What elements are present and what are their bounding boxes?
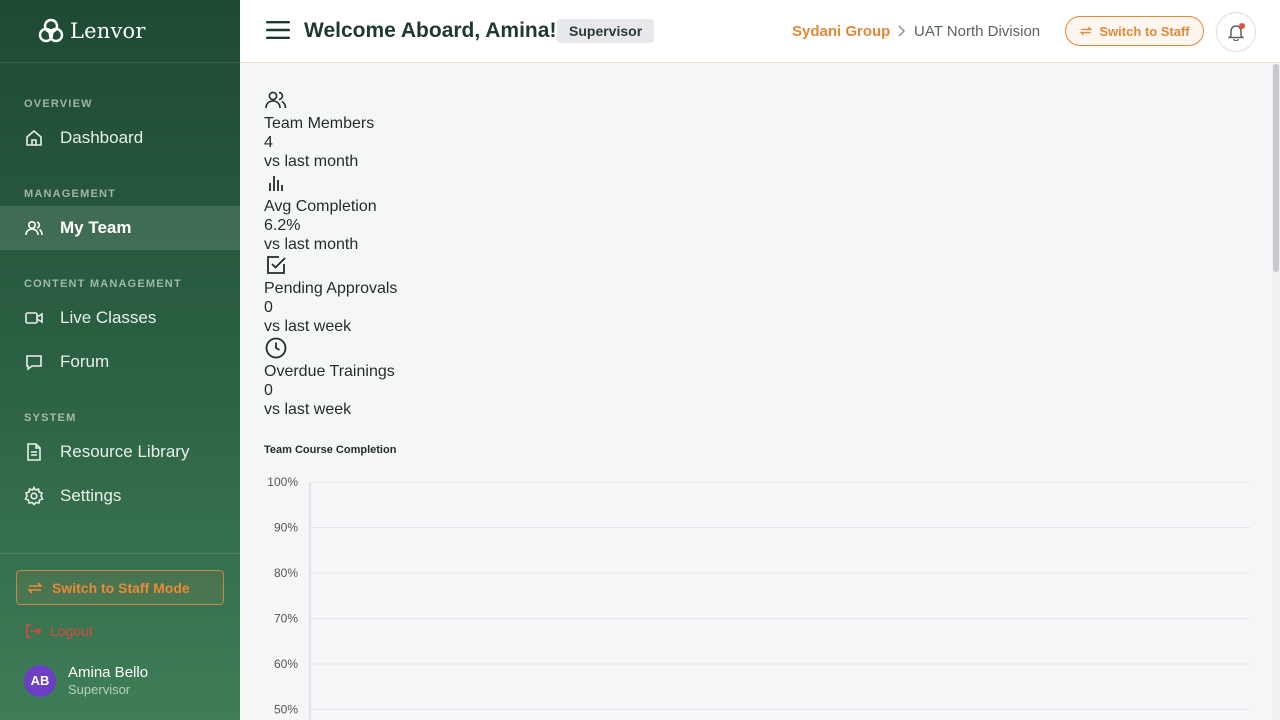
logout-button[interactable]: Logout bbox=[24, 622, 93, 640]
stat-label: Avg Completion bbox=[264, 198, 377, 215]
chart-title: Team Course Completion bbox=[264, 444, 397, 456]
switch-to-staff-mode-button[interactable]: Switch to Staff Mode bbox=[16, 570, 224, 605]
clock-icon bbox=[265, 337, 287, 359]
stat-compare: vs last week bbox=[264, 401, 352, 418]
stat-label: Team Members bbox=[264, 115, 375, 132]
lenvor-logo-icon bbox=[38, 18, 64, 43]
stat-value: 0 bbox=[264, 382, 273, 399]
sidebar-item-resource-library[interactable]: Resource Library bbox=[0, 430, 240, 474]
y-tick-label: 50% bbox=[274, 703, 298, 717]
sidebar-item-label: Live Classes bbox=[60, 308, 157, 327]
top-header: Welcome Aboard, Amina! Supervisor Sydani… bbox=[240, 0, 1280, 63]
stat-compare: vs last week bbox=[264, 318, 352, 335]
stat-value: 0 bbox=[264, 299, 273, 316]
home-icon bbox=[24, 128, 44, 148]
video-icon bbox=[24, 308, 44, 328]
stat-value: 6.2% bbox=[264, 217, 301, 234]
y-tick-label: 60% bbox=[274, 657, 298, 671]
gear-icon bbox=[24, 486, 44, 506]
sidebar-item-label: Dashboard bbox=[60, 128, 144, 147]
switch-icon bbox=[1080, 26, 1093, 36]
stat-compare: vs last month bbox=[264, 236, 359, 253]
sidebar-item-label: Forum bbox=[60, 352, 110, 371]
sidebar-item-my-team[interactable]: My Team bbox=[0, 206, 240, 250]
sidebar: Lenvor OVERVIEW Dashboard MANAGEMENT My … bbox=[0, 0, 240, 720]
brand-name: Lenvor bbox=[70, 19, 146, 43]
stat-value: 4 bbox=[264, 134, 273, 151]
document-icon bbox=[24, 442, 44, 462]
hamburger-menu-icon[interactable] bbox=[266, 20, 290, 40]
stat-overdue-trainings: Overdue Trainings 0 vs last week bbox=[264, 336, 395, 419]
user-role: Supervisor bbox=[68, 682, 131, 697]
user-name: Amina Bello bbox=[68, 664, 149, 681]
switch-to-staff-button[interactable]: Switch to Staff bbox=[1065, 16, 1204, 46]
y-tick-label: 80% bbox=[274, 566, 298, 580]
stat-team-members: Team Members 4 vs last month bbox=[264, 88, 374, 171]
sidebar-item-forum[interactable]: Forum bbox=[0, 340, 240, 384]
sidebar-item-label: Settings bbox=[60, 486, 122, 505]
section-label-content-management: CONTENT MANAGEMENT bbox=[24, 278, 182, 290]
stat-compare: vs last month bbox=[264, 153, 359, 170]
section-label-overview: OVERVIEW bbox=[24, 98, 93, 110]
logout-label: Logout bbox=[50, 623, 93, 639]
chat-icon bbox=[24, 352, 44, 372]
stat-avg-completion: Avg Completion 6.2% vs last month bbox=[264, 171, 377, 254]
chevron-right-icon bbox=[898, 25, 906, 37]
switch-mode-label: Switch to Staff Mode bbox=[52, 579, 190, 596]
logout-icon bbox=[26, 624, 42, 638]
brand[interactable]: Lenvor bbox=[0, 0, 240, 63]
sidebar-item-label: My Team bbox=[60, 218, 132, 237]
section-label-system: SYSTEM bbox=[24, 412, 77, 424]
sidebar-divider bbox=[0, 553, 240, 554]
scrollbar-thumb[interactable] bbox=[1273, 64, 1279, 272]
sidebar-item-live-classes[interactable]: Live Classes bbox=[0, 296, 240, 340]
breadcrumb-org[interactable]: Sydani Group bbox=[792, 23, 890, 40]
sidebar-item-label: Resource Library bbox=[60, 442, 190, 461]
breadcrumb-division: UAT North Division bbox=[914, 23, 1041, 40]
sidebar-item-dashboard[interactable]: Dashboard bbox=[0, 116, 240, 160]
stat-label: Overdue Trainings bbox=[264, 363, 395, 380]
scrollbar[interactable] bbox=[1272, 64, 1280, 720]
check-square-icon bbox=[267, 256, 286, 274]
stat-pending-approvals: Pending Approvals 0 vs last week bbox=[264, 253, 397, 336]
y-tick-label: 90% bbox=[274, 521, 298, 535]
users-icon bbox=[24, 218, 44, 238]
page-title: Welcome Aboard, Amina! bbox=[304, 19, 557, 42]
role-badge: Supervisor bbox=[557, 19, 655, 43]
user-profile[interactable]: AB Amina Bello Supervisor bbox=[24, 664, 148, 697]
main-content: Team Members 4 vs last month Avg Complet… bbox=[240, 64, 1272, 720]
users-icon bbox=[265, 91, 287, 109]
switch-icon bbox=[27, 581, 43, 594]
team-course-completion-chart: 100% 90% 80% 70% 60% 50% bbox=[267, 475, 1250, 720]
bar-chart-icon bbox=[269, 176, 283, 191]
switch-staff-label: Switch to Staff bbox=[1099, 23, 1190, 39]
avatar: AB bbox=[24, 664, 56, 697]
stat-label: Pending Approvals bbox=[264, 280, 398, 297]
y-tick-label: 100% bbox=[267, 475, 298, 489]
section-label-management: MANAGEMENT bbox=[24, 188, 117, 200]
y-tick-label: 70% bbox=[274, 612, 298, 626]
notification-dot bbox=[1239, 23, 1245, 29]
notifications-button[interactable] bbox=[1216, 12, 1256, 52]
sidebar-item-settings[interactable]: Settings bbox=[0, 474, 240, 518]
